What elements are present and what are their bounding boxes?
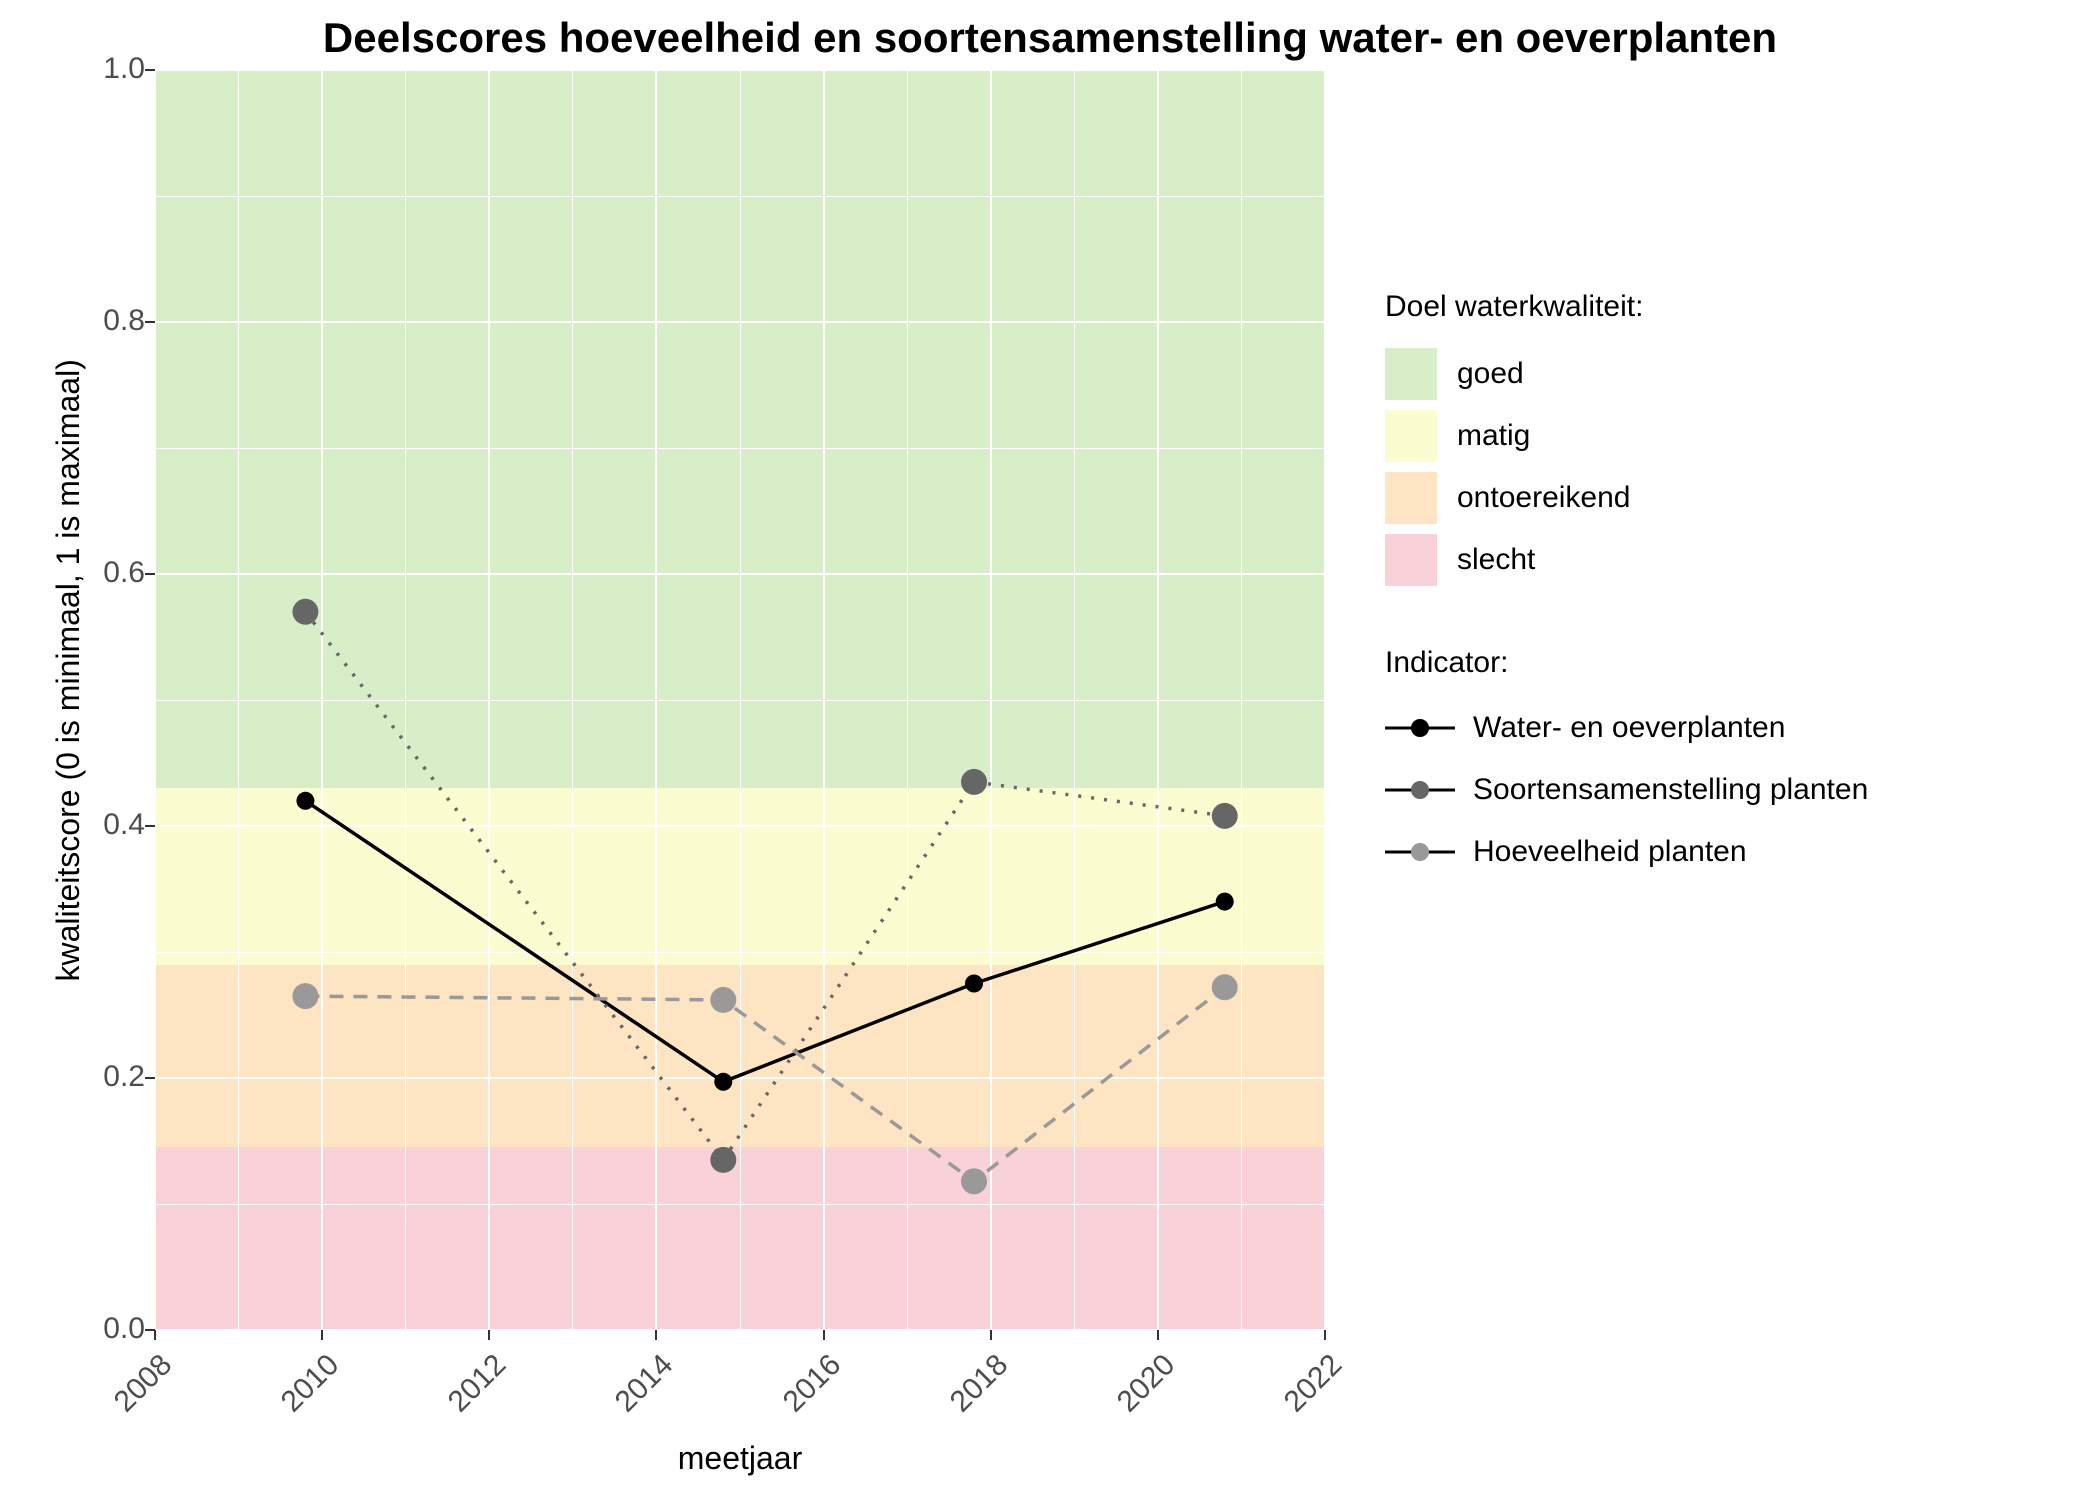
chart-lines [155, 70, 1325, 1330]
legend-series-0: Water- en oeverplanten [1385, 704, 1868, 752]
y-tick-mark [145, 1077, 155, 1079]
series-line-1 [305, 612, 1224, 1160]
legend-quality: Doel waterkwaliteit: goed matig ontoerei… [1385, 290, 1868, 890]
legend-series-1: Soortensamenstelling planten [1385, 766, 1868, 814]
series-line-0 [305, 801, 1224, 1082]
legend-item-ontoereikend: ontoereikend [1385, 472, 1868, 524]
x-tick-mark [823, 1330, 825, 1340]
x-tick-mark [655, 1330, 657, 1340]
y-tick-mark [145, 573, 155, 575]
x-tick-mark [154, 1330, 156, 1340]
x-tick-mark [321, 1330, 323, 1340]
swatch-goed [1385, 348, 1437, 400]
legend-line-icon [1385, 770, 1455, 810]
legend-line-icon [1385, 832, 1455, 872]
swatch-slecht [1385, 534, 1437, 586]
y-tick-mark [145, 321, 155, 323]
series-line-2 [305, 987, 1224, 1181]
legend-quality-title: Doel waterkwaliteit: [1385, 290, 1868, 324]
y-tick-label: 0.4 [65, 808, 145, 842]
legend-label: Water- en oeverplanten [1473, 711, 1785, 745]
legend-line-icon [1385, 708, 1455, 748]
series-point-2 [710, 987, 736, 1013]
series-point-2 [1212, 974, 1238, 1000]
x-tick-mark [488, 1330, 490, 1340]
y-tick-mark [145, 69, 155, 71]
series-point-2 [961, 1168, 987, 1194]
legend-label: slecht [1457, 543, 1535, 577]
legend-label: Soortensamenstelling planten [1473, 773, 1868, 807]
legend-item-goed: goed [1385, 348, 1868, 400]
swatch-ontoereikend [1385, 472, 1437, 524]
x-tick-mark [990, 1330, 992, 1340]
legend-item-matig: matig [1385, 410, 1868, 462]
series-point-1 [1212, 803, 1238, 829]
x-tick-mark [1157, 1330, 1159, 1340]
y-axis-label: kwaliteitscore (0 is minimaal, 1 is maxi… [50, 359, 87, 981]
y-tick-label: 0.2 [65, 1060, 145, 1094]
x-tick-mark [1324, 1330, 1326, 1340]
y-tick-mark [145, 825, 155, 827]
series-point-0 [714, 1073, 732, 1091]
y-tick-label: 0.6 [65, 556, 145, 590]
y-tick-label: 0.8 [65, 304, 145, 338]
legend-indicator-title: Indicator: [1385, 646, 1868, 680]
series-point-0 [296, 792, 314, 810]
legend-indicator: Indicator: Water- en oeverplanten Soorte… [1385, 646, 1868, 876]
series-point-0 [1216, 893, 1234, 911]
series-point-2 [292, 983, 318, 1009]
legend-label: matig [1457, 419, 1530, 453]
series-point-1 [961, 769, 987, 795]
legend-label: Hoeveelheid planten [1473, 835, 1747, 869]
chart-title: Deelscores hoeveelheid en soortensamenst… [0, 14, 2100, 62]
plot-area [155, 70, 1325, 1330]
legend-label: goed [1457, 357, 1524, 391]
y-tick-label: 0.0 [65, 1312, 145, 1346]
series-point-1 [710, 1147, 736, 1173]
legend-label: ontoereikend [1457, 481, 1630, 515]
y-tick-label: 1.0 [65, 52, 145, 86]
legend-item-slecht: slecht [1385, 534, 1868, 586]
swatch-matig [1385, 410, 1437, 462]
series-point-1 [292, 599, 318, 625]
legend-series-2: Hoeveelheid planten [1385, 828, 1868, 876]
series-point-0 [965, 975, 983, 993]
